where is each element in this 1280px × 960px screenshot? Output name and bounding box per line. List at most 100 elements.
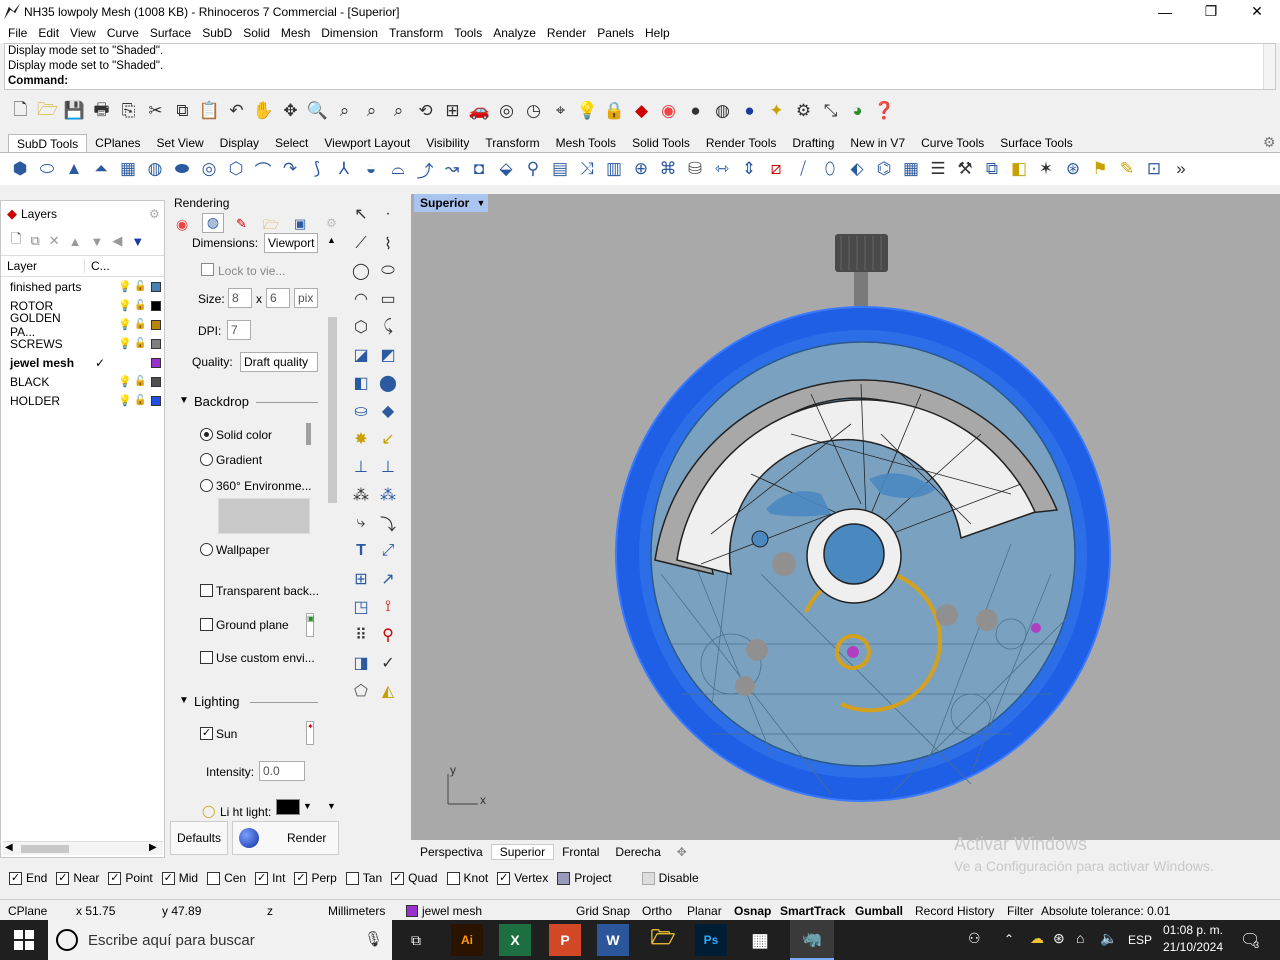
subd-box-icon[interactable]: ⬢ — [8, 157, 32, 181]
maximize-button[interactable]: ❐ — [1188, 0, 1234, 23]
rotate-view-icon[interactable]: ⟲ — [413, 99, 438, 124]
open-file-icon[interactable]: 🗁 — [35, 99, 60, 124]
lighting-collapse-icon[interactable]: ▼ — [179, 695, 189, 706]
text-icon[interactable]: T — [349, 539, 373, 563]
microphone-icon[interactable]: 🎙 — [364, 930, 383, 948]
print-icon[interactable]: 🖶 — [89, 99, 114, 124]
layer-name[interactable]: finished parts — [1, 280, 85, 294]
export-icon[interactable]: ⎘ — [116, 99, 141, 124]
subd-insert-edge-icon[interactable]: ⤨ — [575, 157, 599, 181]
filter-toggle[interactable]: Filter — [1007, 904, 1034, 918]
osnap-near[interactable]: ✓ Near — [56, 871, 99, 885]
add-viewport-icon[interactable]: ✥ — [669, 845, 695, 859]
solid-color-radio[interactable] — [200, 428, 213, 441]
defaults-button[interactable]: Defaults — [170, 821, 228, 855]
color-wheel-tab-icon[interactable]: ◉ — [176, 216, 188, 233]
gradient-radio[interactable] — [200, 453, 213, 466]
current-column-header[interactable]: C... — [85, 259, 110, 273]
osnap-cen[interactable]: Cen — [207, 871, 246, 885]
layer-color-swatch[interactable] — [151, 281, 161, 292]
size-unit-select[interactable]: pix — [294, 288, 318, 308]
current-layer-label[interactable]: jewel mesh — [422, 904, 482, 918]
subd-offset-icon[interactable]: ↝ — [440, 157, 464, 181]
file-explorer-icon[interactable]: 🗁 — [647, 924, 679, 956]
osnap-checkbox[interactable] — [207, 871, 221, 885]
minimize-button[interactable]: — — [1142, 0, 1188, 23]
solid-box-icon[interactable]: ◧ — [349, 371, 373, 395]
subd-globe-icon[interactable]: ⊕ — [629, 157, 653, 181]
subd-select-icon[interactable]: ⌘ — [656, 157, 680, 181]
render-button[interactable]: Render — [232, 821, 339, 855]
render-sphere-icon[interactable]: ● — [737, 99, 762, 124]
rendering-panel-title[interactable]: Rendering — [174, 196, 229, 210]
render-tools-icon[interactable]: ◭ — [376, 679, 400, 703]
layer-color-swatch[interactable] — [151, 338, 161, 349]
panel-settings-icon[interactable]: ⚙ — [149, 207, 160, 221]
tab-perspectiva[interactable]: Perspectiva — [412, 845, 491, 859]
lock-icon[interactable]: 🔓 — [134, 395, 146, 406]
subd-convert-icon[interactable]: ⧉ — [980, 157, 1004, 181]
grid-snap-toggle[interactable]: Grid Snap — [576, 904, 630, 918]
boolean-split-icon[interactable]: ⁂ — [376, 483, 400, 507]
osnap-int[interactable]: ✓ Int — [255, 871, 285, 885]
grid-array-icon[interactable]: ⠿ — [349, 623, 373, 647]
boolean-union-icon[interactable]: ⁂ — [349, 483, 373, 507]
surface-edge-icon[interactable]: ◩ — [376, 343, 400, 367]
tab-set-view[interactable]: Set View — [149, 134, 212, 153]
zoom-extents-icon[interactable]: ⌕ — [359, 99, 384, 124]
viewport-title[interactable]: Superior — [414, 194, 477, 212]
layer-row[interactable]: finished parts 💡 🔓 — [1, 277, 164, 296]
annotation-icon[interactable]: ⊥ — [376, 455, 400, 479]
backdrop-collapse-icon[interactable]: ▼ — [179, 395, 189, 406]
delete-layer-icon[interactable]: ✕ — [49, 233, 60, 249]
lock-icon[interactable]: 🔓 — [134, 338, 146, 349]
tab-subd-tools[interactable]: SubD Tools — [8, 134, 88, 153]
material-tab-icon[interactable]: ✎ — [236, 216, 247, 232]
lock-icon[interactable]: 🔓 — [134, 319, 146, 330]
viewport-superior[interactable]: y x — [411, 194, 1280, 840]
named-view-icon[interactable]: ◎ — [494, 99, 519, 124]
menu-edit[interactable]: Edit — [34, 26, 66, 40]
backdrop-section-title[interactable]: Backdrop — [194, 394, 249, 409]
environment-preview[interactable] — [218, 498, 310, 534]
layer-name[interactable]: SCREWS — [1, 337, 85, 351]
copy-icon[interactable]: ⧉ — [170, 99, 195, 124]
globe-icon[interactable]: ◕ — [845, 99, 870, 124]
undo-icon[interactable]: ↶ — [224, 99, 249, 124]
tab-new-in-v7[interactable]: New in V7 — [842, 134, 913, 153]
close-button[interactable]: ✕ — [1234, 0, 1280, 23]
subd-mesh-grid-icon[interactable]: ▥ — [602, 157, 626, 181]
chamfer-icon[interactable]: ⤵ — [376, 511, 400, 535]
tab-frontal[interactable]: Frontal — [554, 845, 607, 859]
check-icon[interactable]: ✓ — [376, 651, 400, 675]
excel-icon[interactable]: X — [499, 924, 531, 956]
lock-icon[interactable]: 🔓 — [134, 300, 146, 311]
layer-name[interactable]: HOLDER — [1, 394, 85, 408]
osnap-checkbox[interactable]: ✓ — [255, 871, 269, 885]
align-icon[interactable]: ⟟ — [376, 595, 400, 619]
tab-curve-tools[interactable]: Curve Tools — [913, 134, 992, 153]
fillet-icon[interactable]: ⤷ — [349, 511, 373, 535]
options-icon[interactable]: ⚙ — [791, 99, 816, 124]
color-wheel-icon[interactable]: ◉ — [656, 99, 681, 124]
environment-360-radio[interactable] — [200, 479, 213, 492]
move-view-icon[interactable]: ✥ — [278, 99, 303, 124]
menu-curve[interactable]: Curve — [103, 26, 146, 40]
subd-symmetry-icon[interactable]: ⇕ — [737, 157, 761, 181]
surface-icon[interactable]: ◪ — [349, 343, 373, 367]
tray-chevron-icon[interactable]: ⌃ — [1004, 932, 1014, 946]
osnap-tan[interactable]: Tan — [345, 871, 382, 885]
rendering-panel-scrollbar[interactable]: ▲ ▼ — [325, 235, 339, 813]
record-history-toggle[interactable]: Record History — [915, 904, 994, 918]
osnap-quad[interactable]: ✓ Quad — [391, 871, 438, 885]
osnap-end[interactable]: ✓ End — [9, 871, 47, 885]
pan-icon[interactable]: ✋ — [251, 99, 276, 124]
osnap-checkbox[interactable] — [446, 871, 460, 885]
layer-color-swatch[interactable] — [151, 319, 161, 330]
lock-icon[interactable]: 🔒 — [602, 99, 627, 124]
cut-icon[interactable]: ✂ — [143, 99, 168, 124]
tab-solid-tools[interactable]: Solid Tools — [624, 134, 698, 153]
light-color-swatch[interactable] — [276, 799, 300, 815]
layer-row[interactable]: BLACK 💡 🔓 — [1, 372, 164, 391]
tab-display[interactable]: Display — [212, 134, 267, 153]
